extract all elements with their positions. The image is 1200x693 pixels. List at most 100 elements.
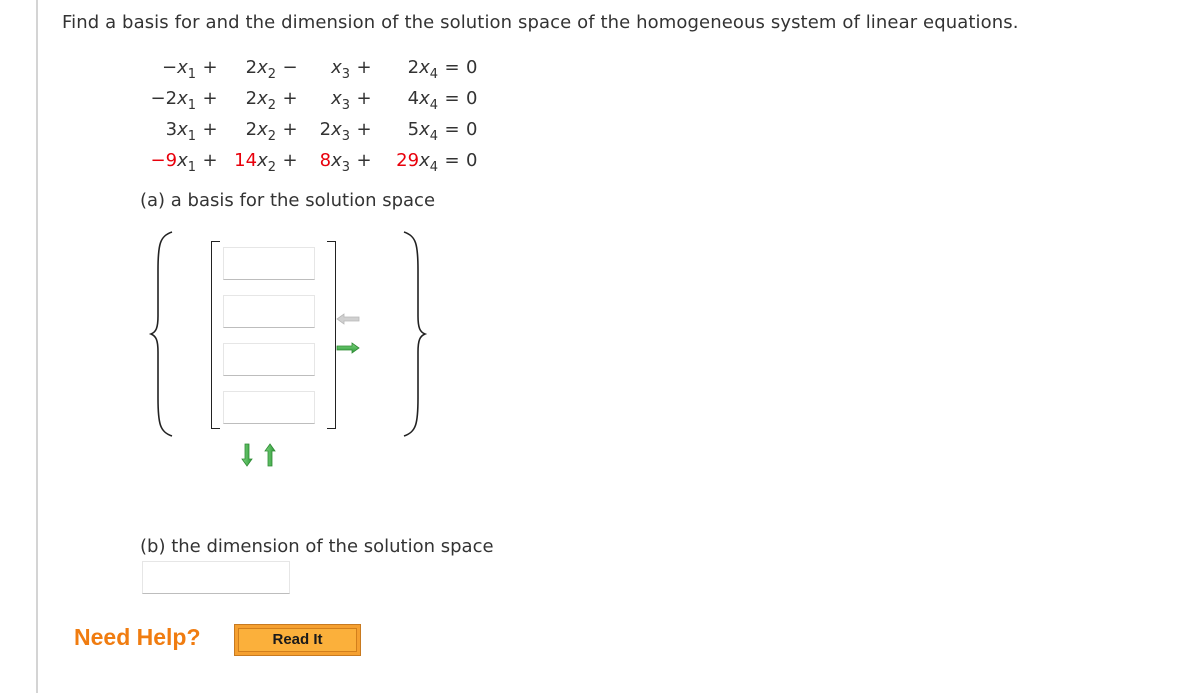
equation-term: −9x1 (140, 145, 196, 176)
variable: x (331, 88, 342, 109)
variable-subscript: 1 (187, 98, 196, 113)
operator: + (282, 150, 298, 171)
variable: x (419, 57, 430, 78)
variable: x (331, 150, 342, 171)
operator: + (202, 150, 218, 171)
operator: + (202, 88, 218, 109)
variable: x (257, 150, 268, 171)
coefficient: 2 (319, 119, 332, 140)
operator: + (202, 57, 218, 78)
variable: x (177, 119, 188, 140)
basis-vector-entry-1[interactable] (223, 247, 315, 280)
variable-subscript: 3 (341, 98, 350, 113)
right-curly-brace (403, 231, 428, 437)
arrow-up-icon[interactable] (264, 443, 276, 467)
basis-vector-entry-4[interactable] (223, 391, 315, 424)
coefficient: 5 (407, 119, 420, 140)
coefficient: 29 (396, 150, 420, 171)
coefficient: −2 (150, 88, 178, 109)
variable-subscript: 2 (267, 160, 276, 175)
variable-subscript: 1 (187, 67, 196, 82)
operator: + (356, 57, 372, 78)
equation-term: 2x4 (378, 52, 438, 83)
equation-term: x3 (304, 52, 350, 83)
variable: x (177, 150, 188, 171)
variable-subscript: 4 (429, 160, 438, 175)
variable: x (177, 88, 188, 109)
arrow-right-icon[interactable] (336, 342, 360, 354)
equals-sign: = (444, 150, 460, 171)
variable: x (331, 57, 342, 78)
variable-subscript: 3 (341, 129, 350, 144)
variable: x (419, 88, 430, 109)
equals-sign: = (444, 119, 460, 140)
variable: x (177, 57, 188, 78)
right-matrix-bracket (327, 241, 336, 429)
read-it-button[interactable]: Read It (234, 624, 361, 656)
coefficient: 8 (319, 150, 332, 171)
need-help-label: Need Help? (74, 624, 201, 650)
equation-term: x3 (304, 83, 350, 114)
variable-subscript: 2 (267, 129, 276, 144)
variable: x (331, 119, 342, 140)
arrow-down-icon[interactable] (241, 443, 253, 467)
basis-vector-entry-3[interactable] (223, 343, 315, 376)
operator: + (282, 88, 298, 109)
equals-sign: = (444, 57, 460, 78)
coefficient: 2 (245, 88, 258, 109)
operator: + (282, 119, 298, 140)
part-a-label: (a) a basis for the solution space (140, 190, 436, 211)
right-hand-side: 0 (466, 119, 478, 140)
equation-term: −2x1 (140, 83, 196, 114)
equation-term: 14x2 (224, 145, 276, 176)
equation-term: 8x3 (304, 145, 350, 176)
coefficient: 14 (234, 150, 258, 171)
equation-term: 2x3 (304, 114, 350, 145)
right-hand-side: 0 (466, 150, 478, 171)
coefficient: 4 (407, 88, 420, 109)
coefficient: 3 (165, 119, 178, 140)
equation-term: −x1 (140, 52, 196, 83)
variable-subscript: 3 (341, 160, 350, 175)
equation-row: −2x1 +2x2 + x3 +4x4 = 0 (140, 83, 478, 114)
operator: − (282, 57, 298, 78)
coefficient: − (161, 57, 178, 78)
variable-subscript: 1 (187, 160, 196, 175)
equation-term: 2x2 (224, 52, 276, 83)
equation-term: 2x2 (224, 83, 276, 114)
variable-subscript: 2 (267, 98, 276, 113)
coefficient: −9 (150, 150, 178, 171)
variable-subscript: 2 (267, 67, 276, 82)
variable: x (419, 119, 430, 140)
coefficient: 2 (245, 119, 258, 140)
operator: + (356, 119, 372, 140)
operator: + (356, 88, 372, 109)
coefficient: 2 (245, 57, 258, 78)
operator: + (356, 150, 372, 171)
variable: x (419, 150, 430, 171)
variable-subscript: 4 (429, 98, 438, 113)
left-matrix-bracket (211, 241, 220, 429)
variable: x (257, 57, 268, 78)
equation-row: −x1 +2x2− x3 +2x4 = 0 (140, 52, 477, 83)
equation-row: −9x1 +14x2 +8x3 +29x4 = 0 (140, 145, 478, 176)
coefficient: 2 (407, 57, 420, 78)
right-hand-side: 0 (466, 57, 478, 78)
part-b-label: (b) the dimension of the solution space (140, 536, 494, 557)
equation-term: 5x4 (378, 114, 438, 145)
read-it-button-label: Read It (238, 628, 357, 652)
equation-row: 3x1 +2x2 +2x3 +5x4 = 0 (140, 114, 478, 145)
equation-term: 2x2 (224, 114, 276, 145)
dimension-input[interactable] (142, 561, 290, 594)
arrow-left-icon[interactable] (336, 313, 360, 325)
equation-term: 3x1 (140, 114, 196, 145)
right-hand-side: 0 (466, 88, 478, 109)
basis-vector-entry-2[interactable] (223, 295, 315, 328)
question-text: Find a basis for and the dimension of th… (62, 12, 1019, 33)
variable: x (257, 88, 268, 109)
left-curly-brace (148, 231, 173, 437)
equals-sign: = (444, 88, 460, 109)
variable-subscript: 1 (187, 129, 196, 144)
equation-term: 4x4 (378, 83, 438, 114)
equation-term: 29x4 (378, 145, 438, 176)
